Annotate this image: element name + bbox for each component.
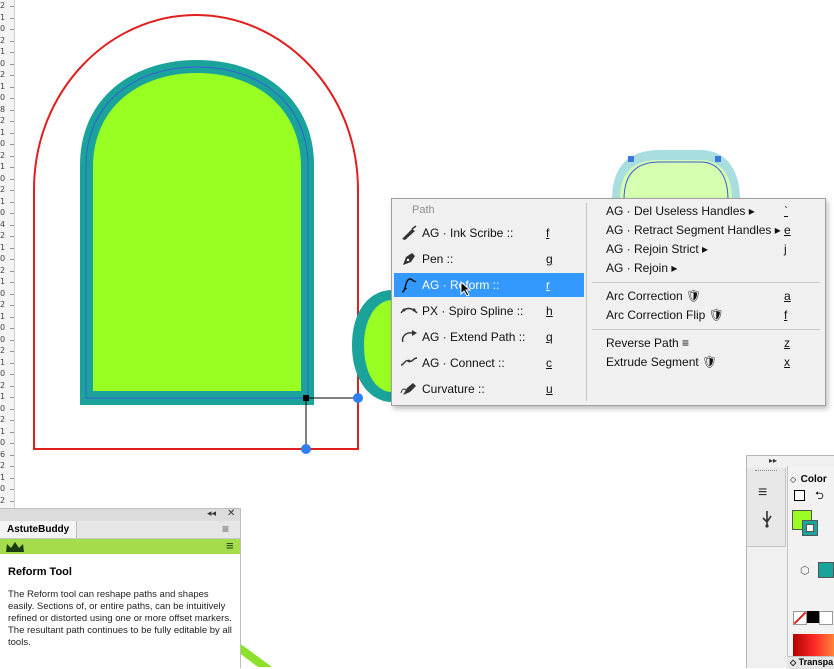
- path-tools-context-menu: Path AG · Ink Scribe :: f Pen :: g AG · …: [391, 198, 826, 406]
- menu-item-extrude-segment[interactable]: Extrude Segment 🛡 x: [606, 355, 806, 374]
- tab-astutebuddy[interactable]: AstuteBuddy: [0, 521, 78, 538]
- menu-item-retract-segment-handles[interactable]: AG · Retract Segment Handles ▸ e: [606, 223, 806, 242]
- color-spectrum[interactable]: [793, 634, 834, 656]
- menu-header: Path: [412, 204, 435, 216]
- pen-icon: [403, 253, 415, 265]
- expand-icon[interactable]: ▸▸: [769, 456, 777, 465]
- close-icon[interactable]: ✕: [227, 508, 235, 519]
- tool-description: The Reform tool can reshape paths and sh…: [8, 589, 232, 648]
- right-panels: ▸▸ ≡ ◇ Color ⮌ ⬡ ◇ Transpa: [746, 455, 834, 669]
- menu-item-reverse-path[interactable]: Reverse Path ≡ z: [606, 336, 806, 355]
- menu-item-rejoin-strict[interactable]: AG · Rejoin Strict ▸ j: [606, 242, 806, 261]
- menu-item-curvature[interactable]: Curvature :: u: [394, 377, 584, 401]
- menu-lines-icon[interactable]: ≡: [758, 484, 767, 502]
- decorative-stroke: [238, 642, 272, 667]
- menu-separator: [592, 329, 820, 330]
- menu-separator: [592, 282, 820, 283]
- menu-item-spiro-spline[interactable]: PX · Spiro Spline :: h: [394, 299, 584, 323]
- menu-item-reform[interactable]: AG · Reform :: r: [394, 273, 584, 297]
- default-colors-icon[interactable]: [794, 490, 805, 501]
- reform-handle-bottom: [301, 444, 311, 454]
- collapse-icon[interactable]: ◂◂: [207, 508, 216, 519]
- menu-item-arc-correction[interactable]: Arc Correction 🛡 a: [606, 289, 806, 308]
- menu-item-connect[interactable]: AG · Connect :: c: [394, 351, 584, 375]
- menu-item-pen[interactable]: Pen :: g: [394, 247, 584, 271]
- menu-item-extend-path[interactable]: AG · Extend Path :: q: [394, 325, 584, 349]
- curvature-icon: [400, 383, 416, 395]
- buddy-header-bar: ≡: [0, 538, 240, 554]
- tool-title: Reform Tool: [8, 566, 72, 578]
- menu-column-divider: [586, 203, 587, 401]
- reform-handle-right: [353, 393, 363, 403]
- reform-icon: [401, 278, 417, 293]
- menu-item-rejoin[interactable]: AG · Rejoin ▸: [606, 261, 806, 280]
- arch-shape-fill: [93, 73, 301, 391]
- menu-item-arc-correction-flip[interactable]: Arc Correction Flip 🛡 f: [606, 308, 806, 327]
- buddy-menu-icon[interactable]: ≡: [226, 538, 234, 553]
- crown-icon: [6, 542, 24, 552]
- stroke-swatch[interactable]: [802, 520, 818, 536]
- panel-tab-row: AstuteBuddy ≡: [0, 521, 240, 539]
- grip-icon: [755, 470, 777, 474]
- swap-colors-icon[interactable]: ⮌: [815, 487, 824, 506]
- menu-item-ink-scribe[interactable]: AG · Ink Scribe :: f: [394, 221, 584, 245]
- none-black-white-swatches[interactable]: [793, 611, 833, 625]
- panel-title-bar: ◂◂ ✕: [0, 508, 240, 521]
- stroke-color-chip[interactable]: [818, 562, 834, 578]
- panel-icon-column: ≡: [747, 468, 786, 547]
- astutebuddy-panel: ◂◂ ✕ AstuteBuddy ≡ ≡ Reform Tool The Ref…: [0, 508, 241, 668]
- color-panel-header[interactable]: ◇ Color: [790, 469, 827, 487]
- usb-icon[interactable]: [758, 510, 776, 528]
- ink-scribe-icon: [402, 225, 417, 240]
- cube-icon[interactable]: ⬡: [800, 564, 810, 577]
- transparency-panel-header[interactable]: ◇ Transpa: [787, 656, 834, 669]
- color-panel: ◇ Color ⮌ ⬡: [787, 466, 834, 662]
- connect-icon: [400, 357, 418, 366]
- extend-path-icon: [401, 330, 417, 343]
- mouse-cursor-icon: [460, 281, 472, 297]
- spiro-spline-icon: [400, 307, 418, 314]
- panel-menu-icon[interactable]: ≡: [222, 522, 229, 536]
- menu-item-del-useless-handles[interactable]: AG · Del Useless Handles ▸ `: [606, 204, 806, 223]
- anchor-point: [303, 395, 309, 401]
